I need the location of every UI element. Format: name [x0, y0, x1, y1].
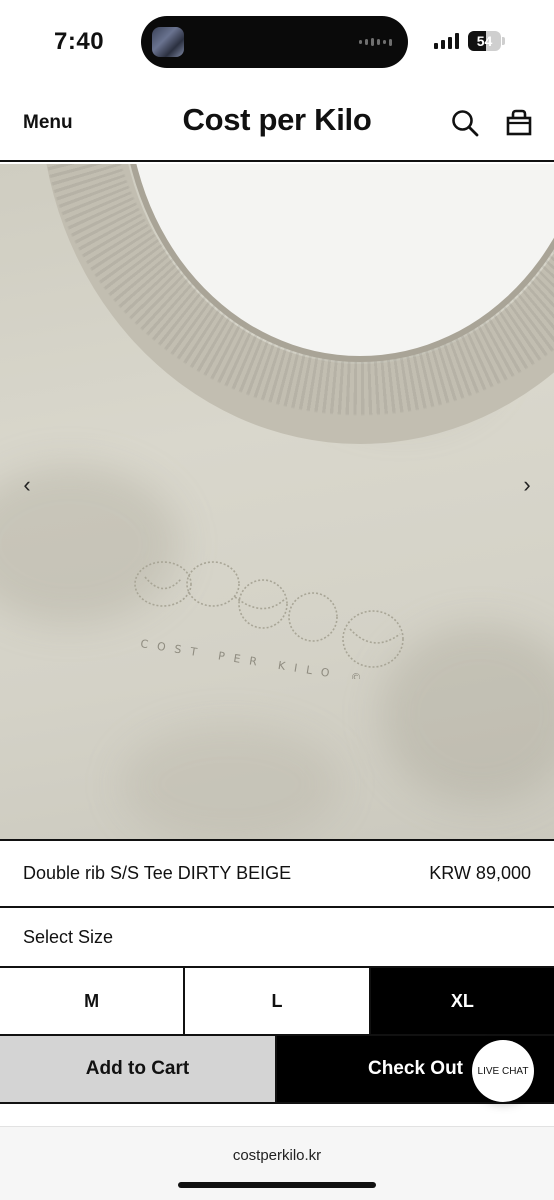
- purchase-actions: Add to Cart Check Out: [0, 1036, 554, 1104]
- brand-title[interactable]: Cost per Kilo: [182, 102, 371, 137]
- battery-level: 54: [476, 33, 493, 49]
- size-option-xl[interactable]: XL: [370, 968, 554, 1034]
- product-image-gallery[interactable]: COST PER KILO © ‹ ›: [0, 164, 554, 839]
- audio-wave-icon: [359, 38, 392, 46]
- search-icon[interactable]: [450, 108, 480, 138]
- browser-address-bar[interactable]: costperkilo.kr: [0, 1126, 554, 1200]
- embroidered-logo: COST PER KILO ©: [134, 561, 404, 679]
- shopping-bag-icon[interactable]: [504, 108, 534, 138]
- now-playing-artwork: [152, 27, 184, 57]
- url-text[interactable]: costperkilo.kr: [0, 1147, 554, 1164]
- size-options: M L XL: [0, 966, 554, 1036]
- status-time: 7:40: [54, 28, 105, 55]
- size-option-m[interactable]: M: [0, 968, 186, 1034]
- product-info-row: Double rib S/S Tee DIRTY BEIGE KRW 89,00…: [0, 841, 554, 908]
- gallery-next-arrow-icon[interactable]: ›: [512, 470, 542, 500]
- battery-icon: 54: [468, 31, 501, 51]
- select-size-label: Select Size: [23, 927, 114, 947]
- product-name: Double rib S/S Tee DIRTY BEIGE: [23, 863, 292, 883]
- live-chat-button[interactable]: LIVE CHAT: [472, 1040, 534, 1102]
- product-price: KRW 89,000: [429, 863, 531, 883]
- cellular-signal-icon: [434, 33, 459, 49]
- home-indicator[interactable]: [178, 1182, 376, 1188]
- battery-tip: [502, 37, 505, 45]
- site-header: Menu Cost per Kilo: [0, 84, 554, 162]
- fabric-stain: [120, 724, 340, 839]
- embroidery-text: COST PER KILO ©: [140, 637, 372, 679]
- size-section-header: Select Size: [0, 910, 554, 966]
- status-bar: 7:40 54: [0, 0, 554, 84]
- gallery-prev-arrow-icon[interactable]: ‹: [12, 470, 42, 500]
- dynamic-island[interactable]: [141, 16, 408, 68]
- add-to-cart-button[interactable]: Add to Cart: [0, 1036, 277, 1102]
- size-option-l[interactable]: L: [185, 968, 371, 1034]
